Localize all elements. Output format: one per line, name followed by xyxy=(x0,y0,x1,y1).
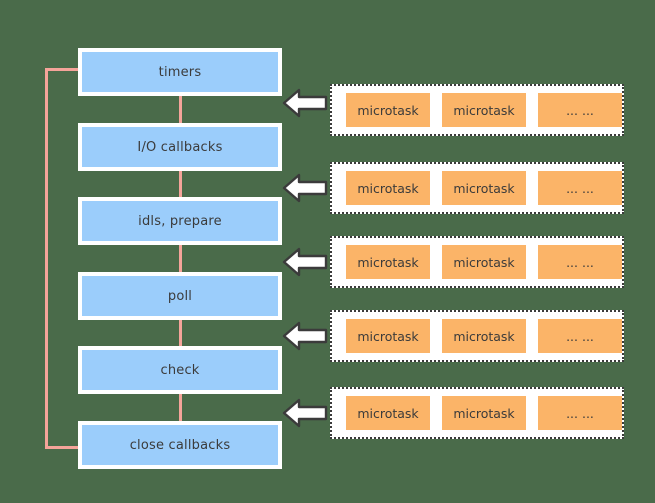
microtask-item[interactable]: microtask xyxy=(442,171,526,205)
loop-back-vertical xyxy=(45,68,48,449)
microtask-label: ... ... xyxy=(566,254,594,270)
microtask-drain-arrow-5 xyxy=(282,398,328,428)
microtask-queue-row-1: microtask microtask ... ... xyxy=(330,84,624,136)
microtask-label: ... ... xyxy=(566,180,594,196)
phase-label: idls, prepare xyxy=(138,213,222,229)
microtask-queue-row-3: microtask microtask ... ... xyxy=(330,236,624,288)
microtask-item[interactable]: microtask xyxy=(346,396,430,430)
microtask-queue-row-2: microtask microtask ... ... xyxy=(330,162,624,214)
microtask-overflow-item[interactable]: ... ... xyxy=(538,245,622,279)
microtask-item[interactable]: microtask xyxy=(346,245,430,279)
microtask-drain-arrow-3 xyxy=(282,247,328,277)
phase-label: poll xyxy=(167,288,193,304)
microtask-overflow-item[interactable]: ... ... xyxy=(538,319,622,353)
microtask-label: ... ... xyxy=(566,328,594,344)
microtask-label: ... ... xyxy=(566,102,594,118)
microtask-label: microtask xyxy=(453,328,515,344)
microtask-label: ... ... xyxy=(566,405,594,421)
microtask-drain-arrow-4 xyxy=(282,321,328,351)
phase-box-io-callbacks[interactable]: I/O callbacks xyxy=(78,123,282,171)
phase-label: I/O callbacks xyxy=(137,139,223,155)
microtask-drain-arrow-2 xyxy=(282,173,328,203)
microtask-label: microtask xyxy=(453,405,515,421)
microtask-item[interactable]: microtask xyxy=(442,319,526,353)
diagram-canvas: timers I/O callbacks idls, prepare poll … xyxy=(0,0,655,503)
microtask-item[interactable]: microtask xyxy=(346,171,430,205)
microtask-label: microtask xyxy=(357,328,419,344)
phase-label: close callbacks xyxy=(129,437,231,453)
microtask-overflow-item[interactable]: ... ... xyxy=(538,93,622,127)
microtask-label: microtask xyxy=(453,180,515,196)
microtask-queue-row-5: microtask microtask ... ... xyxy=(330,387,624,439)
microtask-item[interactable]: microtask xyxy=(346,93,430,127)
microtask-label: microtask xyxy=(357,405,419,421)
microtask-label: microtask xyxy=(357,102,419,118)
microtask-overflow-item[interactable]: ... ... xyxy=(538,396,622,430)
microtask-label: microtask xyxy=(453,102,515,118)
microtask-label: microtask xyxy=(357,180,419,196)
microtask-label: microtask xyxy=(357,254,419,270)
microtask-label: microtask xyxy=(453,254,515,270)
phase-box-idle-prepare[interactable]: idls, prepare xyxy=(78,197,282,245)
phase-box-check[interactable]: check xyxy=(78,346,282,394)
phase-label: check xyxy=(160,362,200,378)
microtask-item[interactable]: microtask xyxy=(442,93,526,127)
phase-box-poll[interactable]: poll xyxy=(78,272,282,320)
microtask-item[interactable]: microtask xyxy=(442,245,526,279)
phase-box-timers[interactable]: timers xyxy=(78,48,282,96)
microtask-drain-arrow-1 xyxy=(282,88,328,118)
microtask-item[interactable]: microtask xyxy=(346,319,430,353)
microtask-queue-row-4: microtask microtask ... ... xyxy=(330,310,624,362)
phase-label: timers xyxy=(158,64,202,80)
microtask-item[interactable]: microtask xyxy=(442,396,526,430)
phase-box-close-callbacks[interactable]: close callbacks xyxy=(78,421,282,469)
microtask-overflow-item[interactable]: ... ... xyxy=(538,171,622,205)
